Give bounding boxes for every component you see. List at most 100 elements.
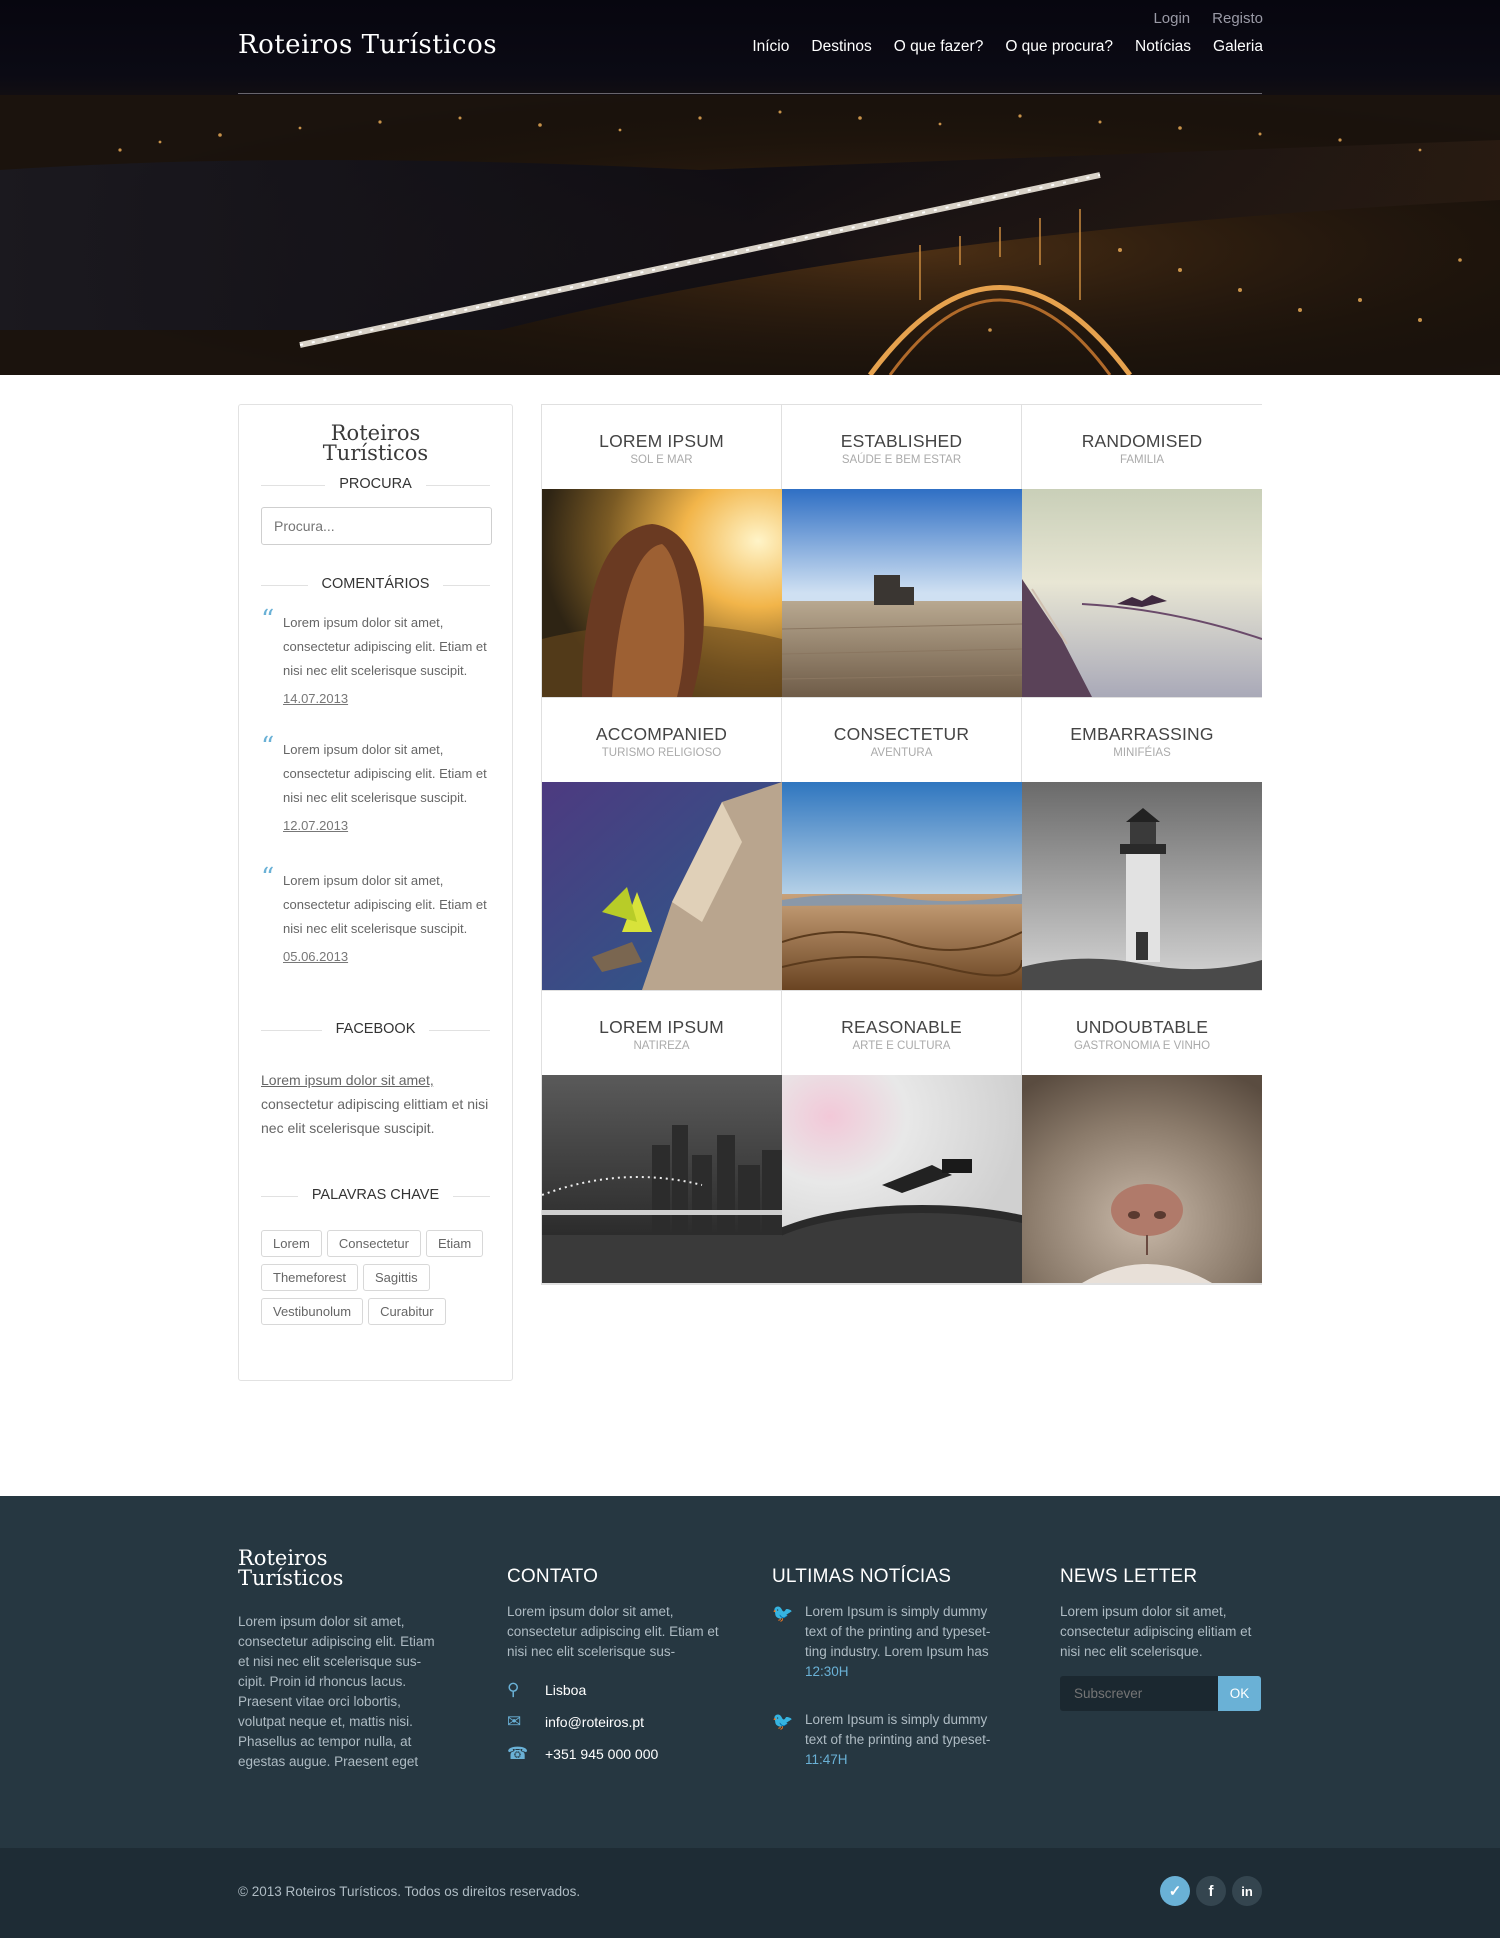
card-image-city-bridge[interactable] — [542, 1075, 782, 1283]
comment-date[interactable]: 14.07.2013 — [283, 691, 348, 706]
tag-consectetur[interactable]: Consectetur — [326, 1230, 421, 1257]
card-subtitle: SAÚDE E BEM ESTAR — [841, 454, 962, 466]
comments-heading-label: COMENTÁRIOS — [307, 576, 444, 592]
grid-card[interactable]: CONSECTETUR AVENTURA — [782, 698, 1022, 991]
news-text: Lorem Ipsum is simply dummy text of the … — [805, 1712, 991, 1747]
news-time: 11:47H — [805, 1752, 848, 1767]
nav-o-que-fazer[interactable]: O que fazer? — [894, 38, 984, 56]
footer-logo-line2: Turísticos — [238, 1566, 344, 1590]
grid-card[interactable]: RANDOMISED FAMILIA — [1022, 405, 1262, 698]
search-input[interactable] — [261, 507, 492, 545]
sidebar-logo-line1: Roteiros — [330, 421, 421, 445]
linkedin-icon[interactable]: in — [1232, 1876, 1262, 1906]
card-image-pier[interactable] — [782, 489, 1022, 697]
card-subtitle: AVENTURA — [870, 747, 933, 759]
grid-card[interactable]: LOREM IPSUM SOL E MAR — [542, 405, 782, 698]
card-subtitle: ARTE E CULTURA — [852, 1040, 951, 1052]
nav-destinos[interactable]: Destinos — [811, 38, 871, 56]
tag-etiam[interactable]: Etiam — [425, 1230, 484, 1257]
card-subtitle: NATIREZA — [633, 1040, 690, 1052]
facebook-heading-label: FACEBOOK — [321, 1021, 430, 1037]
copyright-text: © 2013 Roteiros Turísticos. Todos os dir… — [238, 1884, 581, 1899]
newsletter-submit-button[interactable]: OK — [1218, 1676, 1261, 1711]
card-image-cat-nose[interactable] — [1022, 1075, 1262, 1283]
comment-date[interactable]: 05.06.2013 — [283, 949, 348, 964]
tag-vestibunolum[interactable]: Vestibunolum — [261, 1298, 364, 1325]
comment-date[interactable]: 12.07.2013 — [283, 818, 348, 833]
account-links: Login Registo — [1153, 10, 1263, 27]
tag-cloud: Lorem Consectetur Etiam Themeforest Sagi… — [261, 1230, 494, 1325]
search-heading-label: PROCURA — [325, 476, 426, 492]
comment-item: “ Lorem ipsum dolor sit amet, consectetu… — [261, 865, 490, 966]
news-text: Lorem Ipsum is simply dummy text of the … — [805, 1604, 991, 1659]
footer-news: ULTIMAS NOTÍCIAS 🐦 Lorem Ipsum is simply… — [772, 1566, 1012, 1770]
card-image-desert[interactable] — [782, 782, 1022, 990]
card-title: LOREM IPSUM — [599, 1017, 724, 1037]
card-title: RANDOMISED — [1081, 431, 1203, 451]
login-link[interactable]: Login — [1153, 10, 1190, 27]
twitter-icon[interactable]: ✓ — [1160, 1876, 1190, 1906]
facebook-heading: FACEBOOK — [261, 1020, 490, 1040]
tag-sagittis[interactable]: Sagittis — [362, 1264, 430, 1291]
facebook-link[interactable]: Lorem ipsum dolor sit amet, — [261, 1072, 434, 1088]
nav-o-que-procura[interactable]: O que procura? — [1005, 38, 1113, 56]
grid-card[interactable]: REASONABLE ARTE E CULTURA — [782, 991, 1022, 1284]
nav-noticias[interactable]: Notícias — [1135, 38, 1191, 56]
contact-email[interactable]: ✉ info@roteiros.pt — [507, 1712, 727, 1732]
hero-banner: Login Registo Roteiros Turísticos Início… — [0, 0, 1500, 375]
card-caption: REASONABLE ARTE E CULTURA — [782, 991, 1021, 1075]
card-caption: EMBARRASSING MINIFÉIAS — [1022, 698, 1262, 782]
grid-card[interactable]: LOREM IPSUM NATIREZA — [542, 991, 782, 1284]
quote-icon: “ — [261, 605, 275, 635]
card-title: ACCOMPANIED — [595, 724, 728, 744]
footer-contact: CONTATO Lorem ipsum dolor sit amet, cons… — [507, 1566, 727, 1764]
newsletter-text: Lorem ipsum dolor sit amet, consectetur … — [1060, 1604, 1252, 1659]
card-title: CONSECTETUR — [833, 724, 970, 744]
card-caption: LOREM IPSUM SOL E MAR — [542, 405, 781, 489]
site-logo[interactable]: Roteiros Turísticos — [238, 30, 497, 60]
tag-themeforest[interactable]: Themeforest — [261, 1264, 358, 1291]
news-item[interactable]: 🐦 Lorem Ipsum is simply dummy text of th… — [772, 1710, 1012, 1770]
contact-heading: CONTATO — [507, 1566, 599, 1587]
card-caption: LOREM IPSUM NATIREZA — [542, 991, 781, 1075]
card-image-boat-bird[interactable] — [1022, 489, 1262, 697]
news-heading: ULTIMAS NOTÍCIAS — [772, 1566, 952, 1587]
news-item[interactable]: 🐦 Lorem Ipsum is simply dummy text of th… — [772, 1602, 1012, 1682]
grid-card[interactable]: EMBARRASSING MINIFÉIAS — [1022, 698, 1262, 991]
card-image-turntable[interactable] — [782, 1075, 1022, 1283]
envelope-icon: ✉ — [507, 1712, 522, 1731]
contact-text: Lorem ipsum dolor sit amet, consectetur … — [507, 1604, 719, 1659]
comment-item: “ Lorem ipsum dolor sit amet, consectetu… — [261, 734, 490, 835]
register-link[interactable]: Registo — [1212, 10, 1263, 27]
contact-email-text[interactable]: info@roteiros.pt — [545, 1714, 644, 1730]
footer-about-text: Lorem ipsum dolor sit amet, consectetur … — [238, 1614, 435, 1769]
card-title: ESTABLISHED — [840, 431, 963, 451]
search-heading: PROCURA — [261, 475, 490, 495]
contact-location-text: Lisboa — [545, 1682, 587, 1698]
tag-lorem[interactable]: Lorem — [261, 1230, 322, 1257]
card-subtitle: GASTRONOMIA E VINHO — [1073, 1040, 1211, 1052]
grid-card[interactable]: ACCOMPANIED TURISMO RELIGIOSO — [542, 698, 782, 991]
card-caption: CONSECTETUR AVENTURA — [782, 698, 1021, 782]
nav-galeria[interactable]: Galeria — [1213, 38, 1263, 56]
card-image-sunset-girl[interactable] — [542, 489, 782, 697]
sidebar-logo-line2: Turísticos — [322, 441, 429, 465]
card-subtitle: TURISMO RELIGIOSO — [601, 747, 722, 759]
comment-text: Lorem ipsum dolor sit amet, consectetur … — [283, 873, 487, 936]
card-image-plant-rock[interactable] — [542, 782, 782, 990]
nav-inicio[interactable]: Início — [752, 38, 789, 56]
card-caption: ACCOMPANIED TURISMO RELIGIOSO — [542, 698, 781, 782]
grid-card[interactable]: UNDOUBTABLE GASTRONOMIA E VINHO — [1022, 991, 1262, 1284]
facebook-icon[interactable]: f — [1196, 1876, 1226, 1906]
grid-card[interactable]: ESTABLISHED SAÚDE E BEM ESTAR — [782, 405, 1022, 698]
sidebar: Roteiros Turísticos PROCURA COMENTÁRIOS … — [238, 404, 513, 1381]
news-item-body: Lorem Ipsum is simply dummy text of the … — [805, 1602, 1010, 1682]
facebook-text: Lorem ipsum dolor sit amet, consectetur … — [261, 1068, 490, 1140]
card-image-lighthouse[interactable] — [1022, 782, 1262, 990]
footer-logo[interactable]: Roteiros Turísticos — [238, 1548, 344, 1590]
newsletter-email-input[interactable] — [1060, 1676, 1218, 1711]
sidebar-logo: Roteiros Turísticos — [239, 421, 512, 465]
tag-curabitur[interactable]: Curabitur — [368, 1298, 446, 1325]
card-title: REASONABLE — [841, 1017, 962, 1037]
main-navigation: Início Destinos O que fazer? O que procu… — [752, 38, 1263, 56]
